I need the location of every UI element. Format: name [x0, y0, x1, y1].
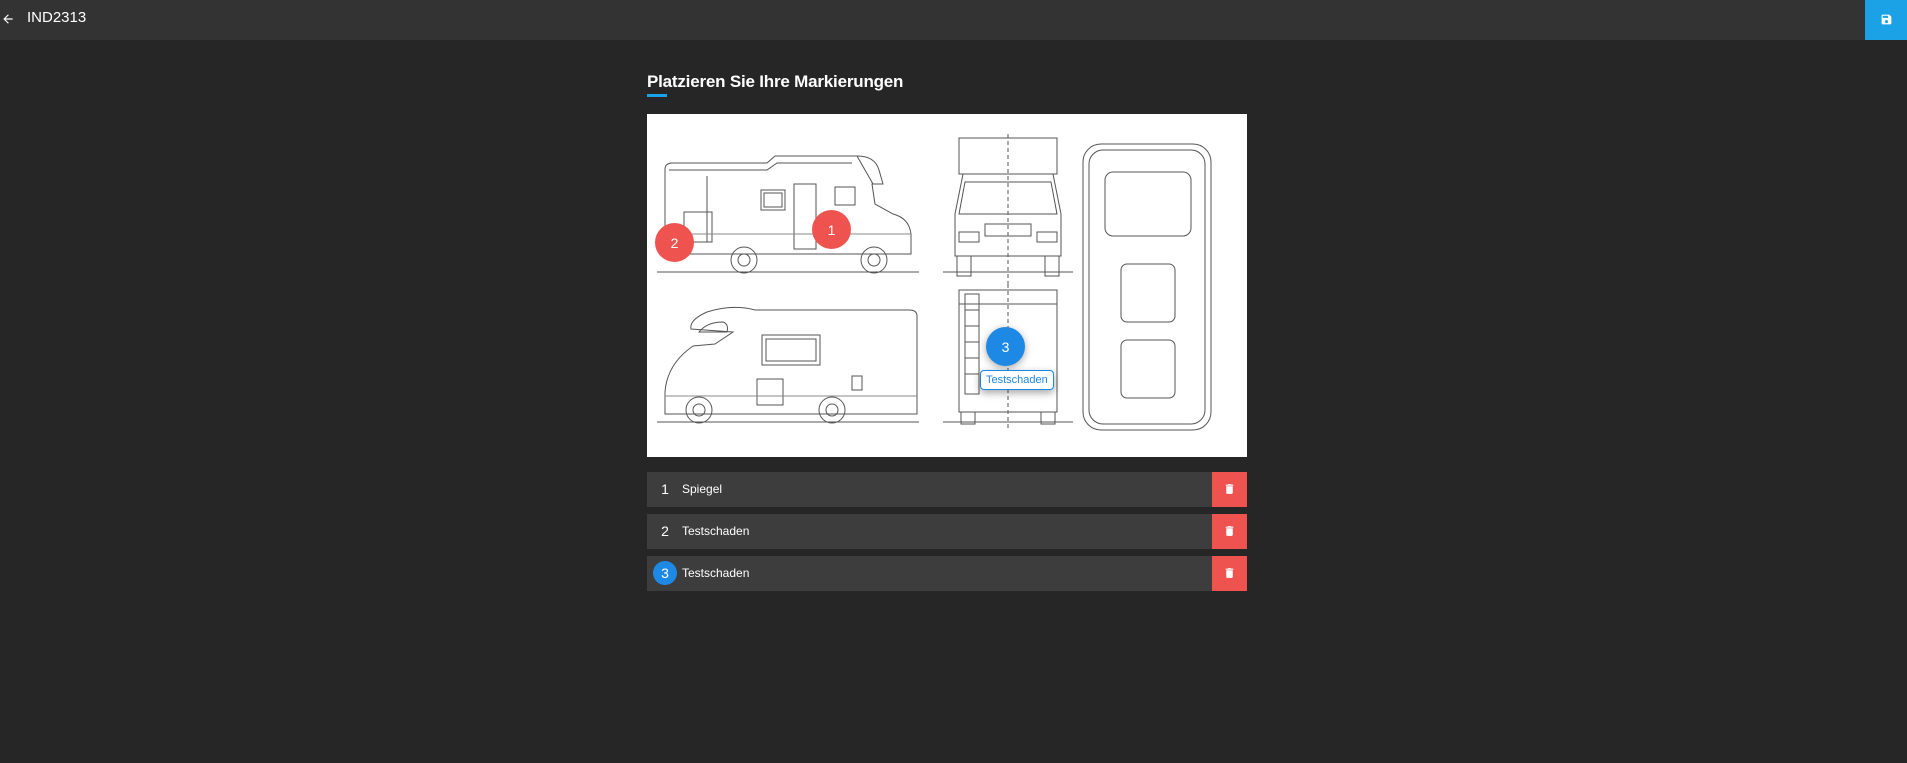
section-heading: Platzieren Sie Ihre Markierungen: [647, 72, 904, 91]
camper-side-view-right: [657, 306, 919, 424]
damage-marker[interactable]: 2: [655, 223, 694, 262]
camper-front-view: [943, 134, 1073, 284]
arrow-left-icon: [3, 14, 13, 24]
delete-button[interactable]: [1212, 556, 1247, 591]
item-number: 1: [661, 481, 669, 497]
damage-marker[interactable]: 1: [812, 210, 851, 249]
trash-icon: [1225, 568, 1234, 578]
item-number: 3: [653, 561, 677, 585]
damage-list: 1 Spiegel 2 Testschaden 3 Testschaden: [647, 472, 1247, 598]
item-label: Spiegel: [682, 482, 723, 496]
trash-icon: [1225, 526, 1234, 536]
top-bar: IND2313: [0, 0, 1907, 40]
camper-blueprint-drawing: [657, 134, 1212, 431]
item-label: Testschaden: [682, 566, 750, 580]
item-number: 2: [661, 523, 669, 539]
item-label: Testschaden: [682, 524, 750, 538]
list-item[interactable]: 2 Testschaden: [647, 514, 1247, 549]
page-title: IND2313: [27, 9, 87, 26]
back-button[interactable]: [0, 8, 16, 30]
vehicle-diagram-canvas[interactable]: 1 2 3 Testschaden: [647, 114, 1247, 457]
save-button[interactable]: [1865, 0, 1907, 40]
damage-marker-selected[interactable]: 3: [986, 327, 1025, 366]
marker-tooltip: Testschaden: [980, 370, 1054, 390]
list-item[interactable]: 1 Spiegel: [647, 472, 1247, 507]
delete-button[interactable]: [1212, 472, 1247, 507]
floppy-disk-icon: [1881, 14, 1892, 25]
camper-top-view: [1082, 143, 1212, 431]
camper-side-view-left: [657, 155, 919, 274]
trash-icon: [1225, 484, 1234, 494]
delete-button[interactable]: [1212, 514, 1247, 549]
heading-underline: [647, 94, 667, 97]
list-item-active[interactable]: 3 Testschaden: [647, 556, 1247, 591]
